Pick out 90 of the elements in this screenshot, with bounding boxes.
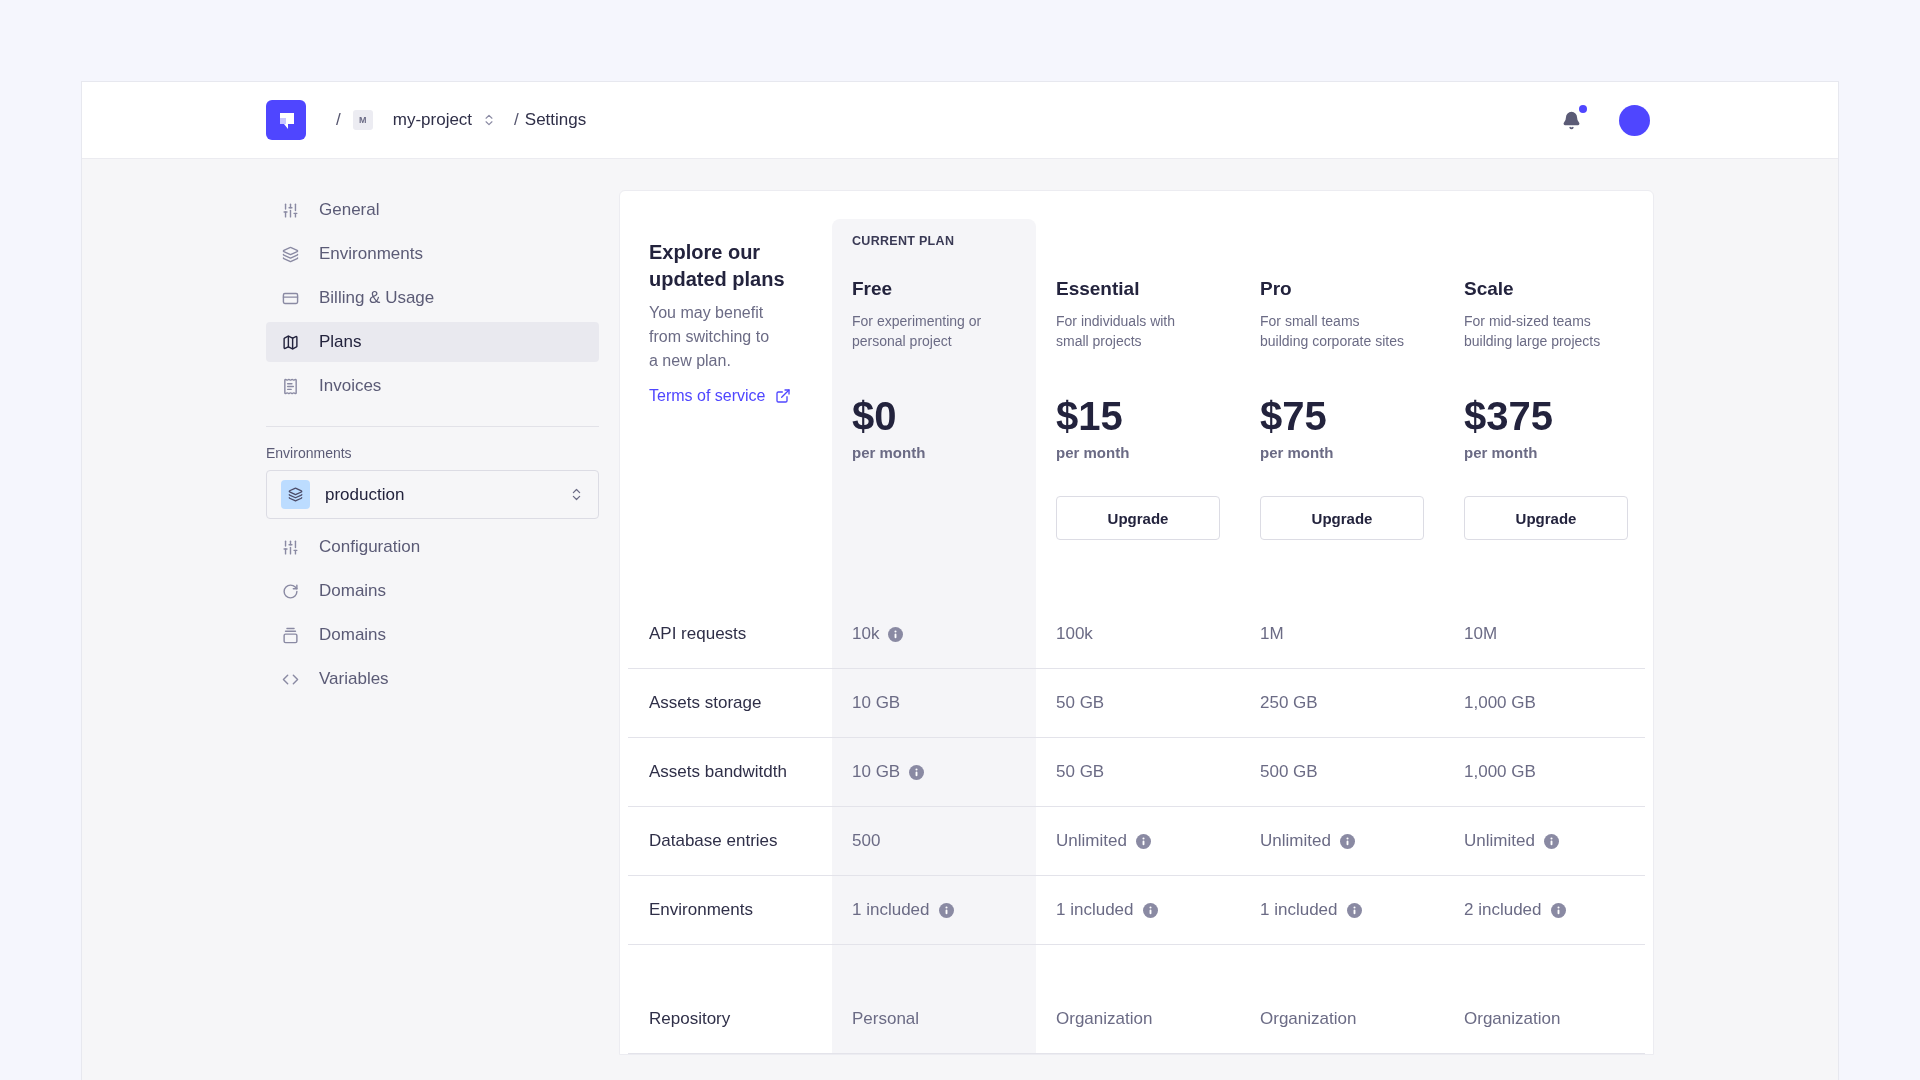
terms-link[interactable]: Terms of service [649,387,792,405]
feature-label: Environments [649,900,753,920]
feature-value: 1 included [1260,900,1338,920]
feature-value: 1 included [1056,900,1134,920]
plan-description: For small teams building corporate sites [1260,312,1405,351]
receipt-icon [282,377,299,395]
breadcrumb-page: Settings [524,110,587,130]
avatar[interactable] [1619,104,1650,136]
plan-description: For experimenting or personal project [852,312,983,351]
feature-value: 10 GB [852,693,901,713]
feature-value: 1,000 GB [1464,762,1536,782]
feature-value: 500 GB [1260,762,1318,782]
feature-label: Assets bandwitdth [649,762,787,782]
feature-label: Repository [649,1009,731,1029]
price-period: per month [1464,444,1539,461]
feature-value: 10M [1464,624,1498,644]
info-icon[interactable] [1346,902,1362,918]
layers-icon [281,480,310,509]
feature-value: Organization [1260,1009,1357,1029]
info-icon[interactable] [888,626,904,642]
plans-title: Explore our updated plans [649,240,786,292]
plan-price: $0 [852,393,898,440]
feature-value: 1 included [852,900,930,920]
price-period: per month [1056,444,1131,461]
breadcrumb-separator: / [514,110,519,130]
feature-value: Unlimited [1260,831,1331,851]
section-label: Environments [266,445,353,461]
sidebar-item[interactable]: Variables [266,659,599,699]
feature-value: Unlimited [1056,831,1127,851]
feature-value: 50 GB [1056,693,1105,713]
feature-value: Personal [852,1009,920,1029]
feature-value: 10 GB [852,762,901,782]
upgrade-button[interactable]: Upgrade [1464,496,1628,540]
breadcrumb-separator: / [336,110,341,130]
info-icon[interactable] [1142,902,1158,918]
info-icon[interactable] [1550,902,1566,918]
upgrade-button[interactable]: Upgrade [1056,496,1220,540]
external-link-icon [775,388,792,404]
feature-value: Organization [1056,1009,1153,1029]
stack-icon [282,626,299,644]
project-badge: M [352,110,373,130]
plan-description: For individuals with small projects [1056,312,1177,351]
refresh-icon [282,582,299,600]
plans-text: You may benefit from switching to a new plan. [649,303,771,371]
feature-value: Unlimited [1464,831,1535,851]
feature-value: 10k [852,624,880,644]
layers-icon [282,245,299,263]
feature-value: 1M [1260,624,1284,644]
price-period: per month [1260,444,1335,461]
sidebar-item[interactable]: Billing & Usage [266,278,599,318]
sidebar-item[interactable]: General [266,190,599,230]
feature-label: Database entries [649,831,778,851]
plan-price: $15 [1056,393,1124,440]
info-icon[interactable] [1135,833,1151,849]
price-period: per month [852,444,927,461]
feature-value: Organization [1464,1009,1561,1029]
info-icon[interactable] [909,764,925,780]
sidebar-item[interactable]: Domains [266,571,599,611]
feature-value: 100k [1056,624,1093,644]
feature-value: 50 GB [1056,762,1105,782]
plan-price: $75 [1260,393,1328,440]
feature-label: API requests [649,624,747,644]
plan-price: $375 [1464,393,1554,440]
current-plan-label: CURRENT PLAN [852,233,956,250]
plan-description: For mid-sized teams building large projects [1464,312,1602,351]
plan-name: Pro [1260,278,1293,300]
sidebar-item[interactable]: Configuration [266,527,599,567]
plan-name: Scale [1464,278,1515,300]
info-icon[interactable] [1543,833,1559,849]
bell-icon[interactable] [1562,110,1581,130]
sidebar-item[interactable]: Environments [266,234,599,274]
plan-name: Essential [1056,278,1141,300]
feature-value: 250 GB [1260,693,1318,713]
logo-icon[interactable] [266,100,306,140]
feature-label: Assets storage [649,693,762,713]
sidebar-item[interactable]: Domains [266,615,599,655]
plan-name: Free [852,278,894,300]
sidebar-item[interactable]: Invoices [266,366,599,406]
sliders-icon [282,538,299,556]
feature-value: 2 included [1464,900,1542,920]
upgrade-button[interactable]: Upgrade [1260,496,1424,540]
project-switcher[interactable]: M my-project [352,110,497,130]
feature-value: 500 [852,831,881,851]
sidebar-item[interactable]: Plans [266,322,599,362]
feature-value: 1,000 GB [1464,693,1536,713]
info-icon[interactable] [1339,833,1355,849]
sliders-icon [282,201,299,219]
info-icon[interactable] [938,902,954,918]
environment-select[interactable]: production [266,470,599,519]
map-icon [282,333,299,351]
